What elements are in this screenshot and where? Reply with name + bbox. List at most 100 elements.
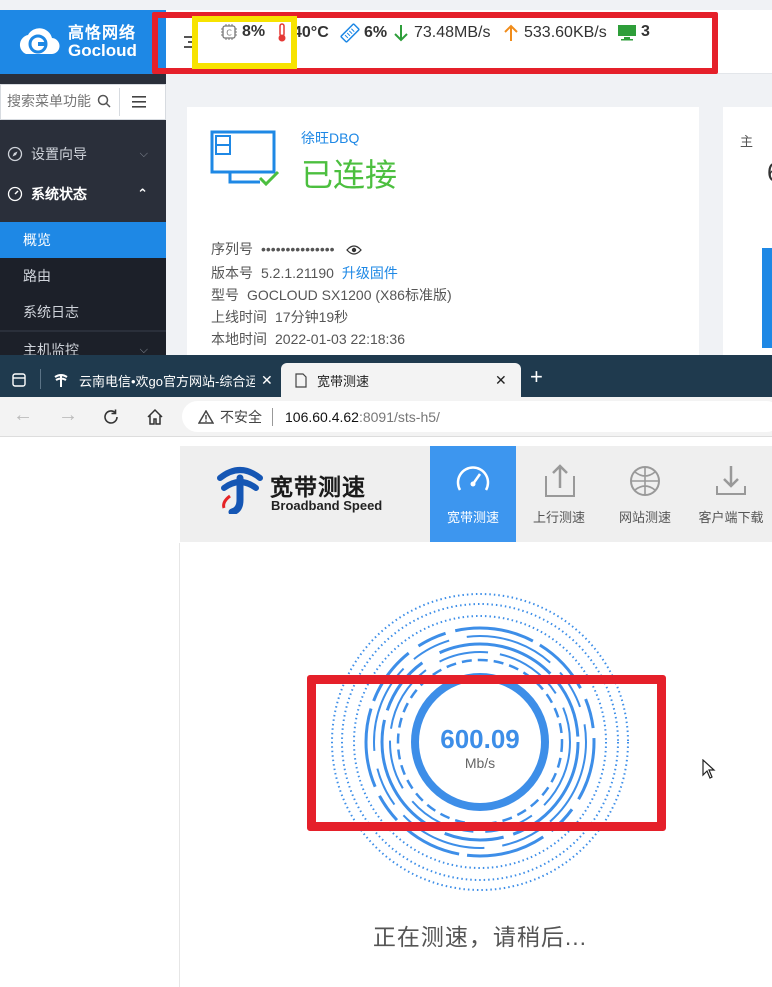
- page-divider: [179, 543, 180, 987]
- tab-title: 宽带测速: [317, 373, 370, 389]
- download-value: 73.48MB/s: [414, 24, 491, 41]
- tab-actions-icon[interactable]: [12, 373, 26, 387]
- tab-title: 云南电信•欢go官方网站-综合运: [79, 373, 255, 389]
- uptime-row: 上线时间 17分钟19秒: [211, 307, 348, 327]
- tab-label: 客户端下载: [698, 510, 764, 525]
- version-value: 5.2.1.21190: [261, 265, 334, 281]
- local-time-value: 2022-01-03 22:18:36: [275, 331, 405, 347]
- uptime-label: 上线时间: [211, 309, 267, 325]
- security-label: 不安全: [220, 408, 262, 425]
- tab-divider: [40, 369, 41, 389]
- temp-stat: 40°C: [275, 23, 329, 43]
- telecom-favicon-icon: [54, 374, 68, 387]
- new-tab-icon[interactable]: +: [530, 364, 543, 390]
- forward-icon[interactable]: →: [58, 404, 78, 427]
- upload-icon: [545, 464, 575, 497]
- home-icon[interactable]: [146, 408, 164, 426]
- local-time-row: 本地时间 2022-01-03 22:18:36: [211, 329, 405, 349]
- tab-telecom[interactable]: 云南电信•欢go官方网站-综合运 ✕: [45, 363, 277, 397]
- collapse-icon[interactable]: [184, 36, 198, 48]
- sidebar-item-host-monitor[interactable]: 主机监控 ⌵: [0, 332, 166, 355]
- device-name: 徐旺DBQ: [301, 130, 360, 146]
- router-device-icon: [210, 130, 280, 187]
- sidebar-item-system-log[interactable]: 系统日志: [0, 294, 166, 330]
- test-status-text: 正在测速，请稍后...: [372, 924, 588, 950]
- sidebar-item-label: 设置向导: [31, 146, 87, 162]
- logo[interactable]: 高恪网络 Gocloud: [0, 10, 166, 74]
- sidebar-item-label: 主机监控: [23, 342, 79, 355]
- url-divider: [272, 407, 273, 426]
- version-label: 版本号: [211, 265, 253, 281]
- memory-icon: [340, 23, 360, 43]
- sidebar-item-setup-wizard[interactable]: 设置向导 ⌵: [0, 136, 166, 172]
- serial-label: 序列号: [211, 241, 253, 257]
- secondary-card-value: 6: [767, 157, 772, 188]
- tab-label: 宽带测速: [446, 510, 499, 525]
- chevron-up-icon: ⌃: [137, 186, 148, 201]
- warning-icon: [198, 409, 214, 424]
- url-host: 106.60.4.62: [285, 408, 359, 425]
- uptime-value: 17分钟19秒: [275, 309, 349, 325]
- tab-label: 网站测速: [618, 510, 671, 525]
- sidebar-item-label: 路由: [23, 268, 51, 284]
- local-time-label: 本地时间: [211, 331, 267, 347]
- compass-icon: [7, 146, 23, 162]
- hamburger-icon: [131, 96, 146, 108]
- tab-speedtest[interactable]: 宽带测速 ✕: [281, 363, 521, 397]
- tab-website-test[interactable]: 网站测速: [602, 446, 688, 542]
- back-icon[interactable]: ←: [13, 404, 33, 427]
- chevron-down-icon: ⌵: [139, 343, 148, 356]
- upload-stat: 533.60KB/s: [502, 23, 607, 43]
- speedtest-subtitle: Broadband Speed: [271, 498, 383, 513]
- model-row: 型号 GOCLOUD SX1200 (X86标准版): [211, 285, 452, 305]
- china-telecom-logo-icon: [217, 467, 263, 514]
- cpu-stat: C 8%: [220, 23, 265, 41]
- menu-toggle-button[interactable]: [119, 88, 157, 116]
- version-row: 版本号 5.2.1.21190 升级固件: [211, 263, 398, 283]
- memory-stat: 6%: [340, 23, 387, 43]
- sidebar-item-route[interactable]: 路由: [0, 258, 166, 294]
- svg-text:C: C: [226, 29, 232, 38]
- cpu-icon: C: [221, 24, 237, 40]
- refresh-icon[interactable]: [102, 408, 120, 426]
- devices-value: 3: [641, 23, 650, 40]
- chevron-down-icon: ⌵: [139, 147, 148, 160]
- upgrade-firmware-link[interactable]: 升级固件: [342, 265, 398, 281]
- mouse-cursor-icon: [702, 759, 716, 779]
- download-icon: [716, 466, 746, 495]
- tab-upload-test[interactable]: 上行测速: [516, 446, 602, 542]
- menu-search-input[interactable]: [7, 93, 111, 109]
- monitor-icon: [618, 25, 636, 41]
- tab-broadband-test[interactable]: 宽带测速: [430, 446, 516, 542]
- download-stat: 73.48MB/s: [392, 23, 490, 43]
- devices-stat: 3: [617, 23, 650, 41]
- sidebar-item-system-status[interactable]: 系统状态 ⌃: [0, 176, 166, 212]
- logo-en: Gocloud: [68, 40, 137, 60]
- logo-text: 高恪网络 Gocloud: [68, 24, 137, 60]
- serial-row: 序列号 •••••••••••••••: [211, 239, 363, 259]
- close-tab-icon[interactable]: ✕: [261, 372, 273, 389]
- arrow-down-icon: [394, 25, 408, 42]
- eye-icon[interactable]: [346, 244, 363, 256]
- speedtest-title: 宽带测速: [270, 474, 366, 500]
- close-tab-icon[interactable]: ✕: [495, 372, 507, 389]
- dashboard-icon: [7, 186, 23, 202]
- model-label: 型号: [211, 287, 239, 303]
- url-path: :8091/sts-h5/: [358, 408, 440, 425]
- url-field[interactable]: 不安全 106.60.4.62:8091/sts-h5/: [182, 401, 772, 432]
- serial-value: •••••••••••••••: [261, 241, 335, 257]
- page-icon: [295, 372, 307, 388]
- logo-cn: 高恪网络: [68, 24, 137, 42]
- sidebar-item-overview[interactable]: 概览: [0, 222, 166, 258]
- cpu-value: 8%: [242, 23, 266, 40]
- tab-client-download[interactable]: 客户端下载: [688, 446, 772, 542]
- globe-icon: [630, 466, 660, 496]
- router-admin-panel: 高恪网络 Gocloud C 8% 40°C 6% 73.48MB/s 533.…: [0, 0, 772, 355]
- gauge-icon: [456, 466, 490, 491]
- speed-unit: Mb/s: [464, 755, 496, 771]
- thermometer-icon: [278, 23, 286, 42]
- sidebar-item-label: 系统日志: [23, 304, 79, 320]
- upload-value: 533.60KB/s: [524, 24, 607, 41]
- sidebar-item-label: 系统状态: [31, 186, 87, 202]
- search-icon[interactable]: [97, 94, 111, 108]
